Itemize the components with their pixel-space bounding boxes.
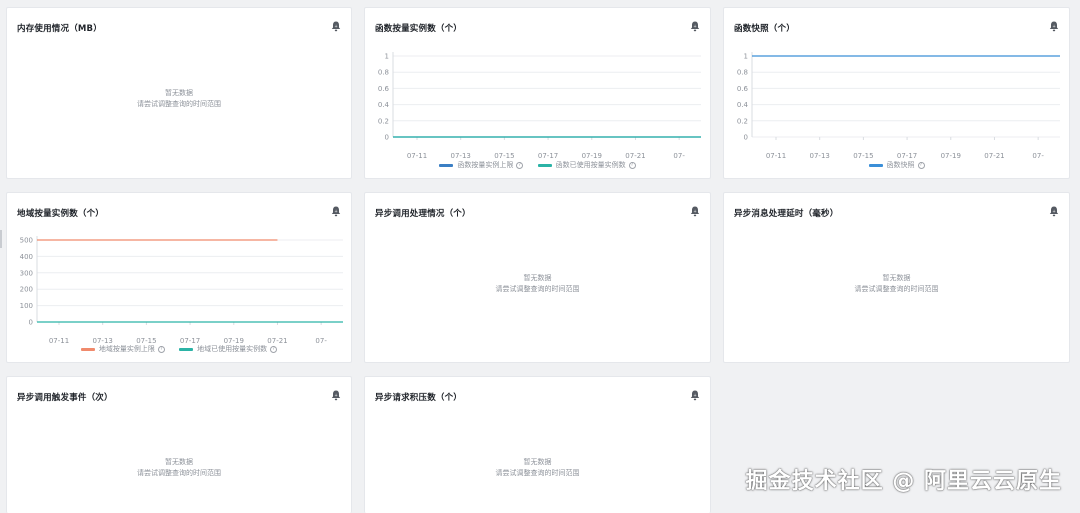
help-icon[interactable]: ? — [628, 161, 636, 169]
y-tick-label: 100 — [20, 302, 33, 310]
x-tick-label: 07-17 — [538, 152, 558, 160]
y-tick-label: 0.2 — [737, 117, 748, 125]
y-tick-label: 300 — [20, 269, 33, 277]
alarm-bell-icon[interactable]: + — [1049, 206, 1059, 217]
alarm-bell-icon[interactable]: + — [331, 21, 341, 32]
svg-text:+: + — [334, 24, 337, 29]
region-instances-chart[interactable]: 010020030040050007-11 07-13 07-15 07-17 07-1… — [7, 193, 353, 364]
card-memory: 内存使用情况（MB） + 暂无数据 请尝试调整查询的时间范围 — [6, 7, 352, 179]
x-tick-label: 07-11 — [407, 152, 427, 160]
card-fn-snapshot: 函数快照（个） + 0 0.2 0.4 0.6 0.8 1 07-11 07-13 07-15 0… — [723, 7, 1070, 179]
help-icon[interactable]: ? — [516, 161, 524, 169]
left-edge-handle[interactable] — [0, 230, 2, 248]
legend-item-limit[interactable]: 函数按量实例上限? — [439, 160, 524, 170]
y-tick-label: 500 — [20, 237, 33, 245]
empty-state: 暂无数据 请尝试调整查询的时间范围 — [7, 457, 351, 479]
y-tick-label: 0.8 — [737, 69, 748, 77]
empty-hint: 请尝试调整查询的时间范围 — [854, 285, 939, 293]
empty-state: 暂无数据 请尝试调整查询的时间范围 — [7, 88, 351, 110]
card-title: 异步调用处理情况（个） — [375, 209, 471, 219]
y-tick-label: 0.4 — [378, 101, 390, 109]
legend-item-limit[interactable]: 地域按量实例上限? — [80, 344, 165, 354]
empty-title: 暂无数据 — [165, 458, 193, 466]
card-async-process: 异步调用处理情况（个） + 暂无数据 请尝试调整查询的时间范围 — [364, 192, 711, 363]
legend-label: 函数按量实例上限 — [457, 161, 514, 169]
help-icon[interactable]: ? — [270, 345, 278, 353]
legend-label: 地域已使用按量实例数 — [197, 345, 268, 353]
fn-instances-chart[interactable]: 0 0.2 0.4 0.6 0.8 1 07-11 07-13 07-15 07-17 07-19 0… — [365, 8, 712, 180]
card-async-backlog: 异步请求积压数（个） + 暂无数据 请尝试调整查询的时间范围 — [364, 376, 711, 513]
empty-hint: 请尝试调整查询的时间范围 — [137, 469, 221, 477]
legend-label: 函数快照 — [886, 161, 915, 169]
alarm-bell-icon[interactable]: + — [690, 206, 700, 217]
empty-title: 暂无数据 — [882, 274, 911, 282]
card-title: 内存使用情况（MB） — [17, 24, 102, 34]
svg-text:+: + — [693, 393, 696, 398]
y-tick-label: 400 — [20, 253, 33, 261]
chart-legend: 函数快照? — [724, 160, 1069, 170]
fn-snapshot-chart[interactable]: 0 0.2 0.4 0.6 0.8 1 07-11 07-13 07-15 07-17 07-19 0… — [724, 8, 1071, 180]
card-region-instances: 地域按量实例数（个） + 0 100 200 300 400 500 07-11 07-13 0… — [6, 192, 352, 363]
y-tick-label: 0.6 — [737, 85, 749, 93]
empty-state: 暂无数据 请尝试调整查询的时间范围 — [365, 457, 710, 479]
x-tick-label: 07-21 — [984, 152, 1004, 160]
legend-item-used[interactable]: 函数已使用按量实例数? — [537, 160, 636, 170]
dashboard-grid: 内存使用情况（MB） + 暂无数据 请尝试调整查询的时间范围 函数按量实例数（个… — [0, 0, 1080, 513]
legend-label: 函数已使用按量实例数 — [555, 161, 626, 169]
chart-legend: 函数按量实例上限? 函数已使用按量实例数? — [365, 160, 710, 170]
legend-item-snapshot[interactable]: 函数快照? — [868, 160, 925, 170]
card-title: 异步请求积压数（个） — [375, 393, 463, 403]
empty-state: 暂无数据 请尝试调整查询的时间范围 — [365, 273, 710, 295]
x-tick-label: 07- — [673, 152, 685, 160]
x-tick-label: 07-15 — [853, 152, 873, 160]
chart-legend: 地域按量实例上限? 地域已使用按量实例数? — [7, 344, 351, 354]
x-tick-label: 07-19 — [582, 152, 602, 160]
x-tick-label: 07-11 — [766, 152, 786, 160]
x-tick-label: 07-13 — [451, 152, 471, 160]
card-fn-instances: 函数按量实例数（个） + 0 0.2 0.4 0.6 0.8 1 07-11 07-13 07-… — [364, 7, 711, 179]
empty-title: 暂无数据 — [523, 274, 552, 282]
x-tick-label: 07- — [1032, 152, 1044, 160]
empty-title: 暂无数据 — [523, 458, 552, 466]
alarm-bell-icon[interactable]: + — [331, 390, 341, 401]
card-async-trigger: 异步调用触发事件（次） + 暂无数据 请尝试调整查询的时间范围 — [6, 376, 352, 513]
y-tick-label: 0.6 — [378, 85, 390, 93]
x-tick-label: 07-21 — [625, 152, 645, 160]
card-title: 异步调用触发事件（次） — [17, 393, 113, 403]
legend-label: 地域按量实例上限 — [98, 345, 155, 353]
card-async-latency: 异步消息处理延时（毫秒） + 暂无数据 请尝试调整查询的时间范围 — [723, 192, 1070, 363]
y-tick-label: 1 — [744, 53, 748, 61]
x-tick-label: 07-19 — [941, 152, 961, 160]
empty-hint: 请尝试调整查询的时间范围 — [495, 469, 580, 477]
empty-hint: 请尝试调整查询的时间范围 — [495, 285, 580, 293]
alarm-bell-icon[interactable]: + — [690, 390, 700, 401]
x-tick-label: 07-13 — [810, 152, 830, 160]
help-icon[interactable]: ? — [917, 161, 925, 169]
y-tick-label: 200 — [20, 286, 33, 294]
y-tick-label: 0.4 — [737, 101, 749, 109]
y-tick-label: 0.8 — [378, 69, 389, 77]
y-tick-label: 0 — [744, 134, 748, 142]
empty-hint: 请尝试调整查询的时间范围 — [137, 100, 221, 108]
y-tick-label: 0.2 — [378, 117, 389, 125]
x-tick-label: 07-15 — [494, 152, 514, 160]
y-tick-label: 0 — [29, 319, 33, 327]
watermark: 掘金技术社区 @ 阿里云云原生 — [745, 469, 1062, 494]
y-tick-label: 0 — [385, 134, 389, 142]
svg-text:+: + — [693, 209, 696, 214]
empty-state: 暂无数据 请尝试调整查询的时间范围 — [724, 273, 1069, 295]
y-tick-label: 1 — [385, 53, 389, 61]
help-icon[interactable]: ? — [157, 345, 165, 353]
card-title: 异步消息处理延时（毫秒） — [734, 209, 839, 219]
svg-text:+: + — [334, 393, 337, 398]
svg-text:+: + — [1052, 209, 1055, 214]
legend-item-used[interactable]: 地域已使用按量实例数? — [179, 344, 278, 354]
x-tick-label: 07-17 — [897, 152, 917, 160]
empty-title: 暂无数据 — [165, 89, 193, 97]
